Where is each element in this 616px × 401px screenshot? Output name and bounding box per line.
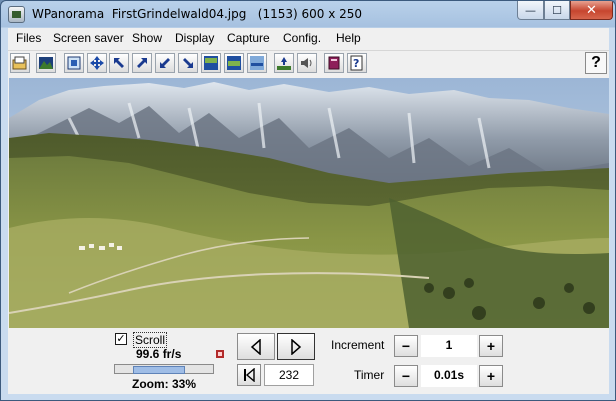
- increment-label: Increment: [331, 338, 385, 352]
- menu-config[interactable]: Config.: [283, 31, 321, 45]
- view-middle-icon[interactable]: [224, 53, 244, 73]
- fit-window-icon[interactable]: [64, 53, 84, 73]
- view-top-icon[interactable]: [201, 53, 221, 73]
- sound-icon[interactable]: [297, 53, 317, 73]
- minimize-button[interactable]: —: [517, 1, 544, 20]
- scroll-left-button[interactable]: [237, 333, 275, 360]
- increment-value-field[interactable]: 1: [421, 335, 477, 357]
- menu-bar: Files Screen saver Show Display Capture …: [8, 28, 609, 48]
- zoom-slider-thumb[interactable]: [133, 366, 185, 374]
- timer-value-field[interactable]: 0.01s: [421, 365, 477, 387]
- zoom-readout: Zoom: 33%: [132, 377, 197, 391]
- menu-screen-saver[interactable]: Screen saver: [53, 31, 124, 45]
- view-bottom-icon[interactable]: [247, 53, 267, 73]
- timer-minus-button[interactable]: −: [394, 365, 418, 387]
- arrow-up-left-icon[interactable]: [109, 53, 129, 73]
- close-button[interactable]: ✕: [570, 1, 613, 20]
- increment-minus-button[interactable]: −: [394, 335, 418, 357]
- scroll-controls-panel: ✓ Scroll 99.6 fr/s Zoom: 33% 232 Increme…: [8, 330, 609, 394]
- context-help-button[interactable]: ?: [585, 52, 607, 74]
- timer-plus-button[interactable]: +: [479, 365, 503, 387]
- timer-label: Timer: [354, 368, 385, 382]
- menu-display[interactable]: Display: [175, 31, 214, 45]
- menu-show[interactable]: Show: [132, 31, 162, 45]
- record-icon: [216, 350, 224, 358]
- first-frame-button[interactable]: [237, 364, 261, 386]
- mountain-landscape-photo: [9, 78, 609, 328]
- client-area: Files Screen saver Show Display Capture …: [8, 28, 609, 394]
- open-folder-icon[interactable]: [10, 53, 30, 73]
- menu-help[interactable]: Help: [336, 31, 361, 45]
- speed-readout: 99.6 fr/s: [136, 347, 182, 361]
- help-page-icon[interactable]: ?: [347, 53, 367, 73]
- panorama-image[interactable]: [9, 78, 609, 328]
- arrow-down-left-icon[interactable]: [155, 53, 175, 73]
- book-icon[interactable]: [324, 53, 344, 73]
- zoom-slider[interactable]: [114, 364, 214, 374]
- scroll-label[interactable]: Scroll: [133, 332, 168, 348]
- landscape-icon[interactable]: [36, 53, 56, 73]
- move-arrows-icon[interactable]: [87, 53, 107, 73]
- shrink-image-icon[interactable]: [274, 53, 294, 73]
- toolbar: ? ?: [8, 50, 609, 77]
- maximize-button[interactable]: ☐: [544, 1, 570, 20]
- menu-capture[interactable]: Capture: [227, 31, 270, 45]
- increment-plus-button[interactable]: +: [479, 335, 503, 357]
- scroll-right-button[interactable]: [277, 333, 315, 360]
- arrow-up-right-icon[interactable]: [132, 53, 152, 73]
- window-title: WPanorama FirstGrindelwald04.jpg (1153) …: [32, 7, 363, 21]
- menu-files[interactable]: Files: [16, 31, 41, 45]
- svg-text:?: ?: [353, 57, 359, 70]
- scroll-checkbox[interactable]: ✓: [115, 333, 127, 345]
- application-window: WPanorama FirstGrindelwald04.jpg (1153) …: [0, 0, 616, 401]
- frame-counter: 232: [264, 364, 314, 386]
- title-bar[interactable]: WPanorama FirstGrindelwald04.jpg (1153) …: [1, 1, 615, 28]
- app-icon[interactable]: [8, 6, 25, 23]
- arrow-down-right-icon[interactable]: [178, 53, 198, 73]
